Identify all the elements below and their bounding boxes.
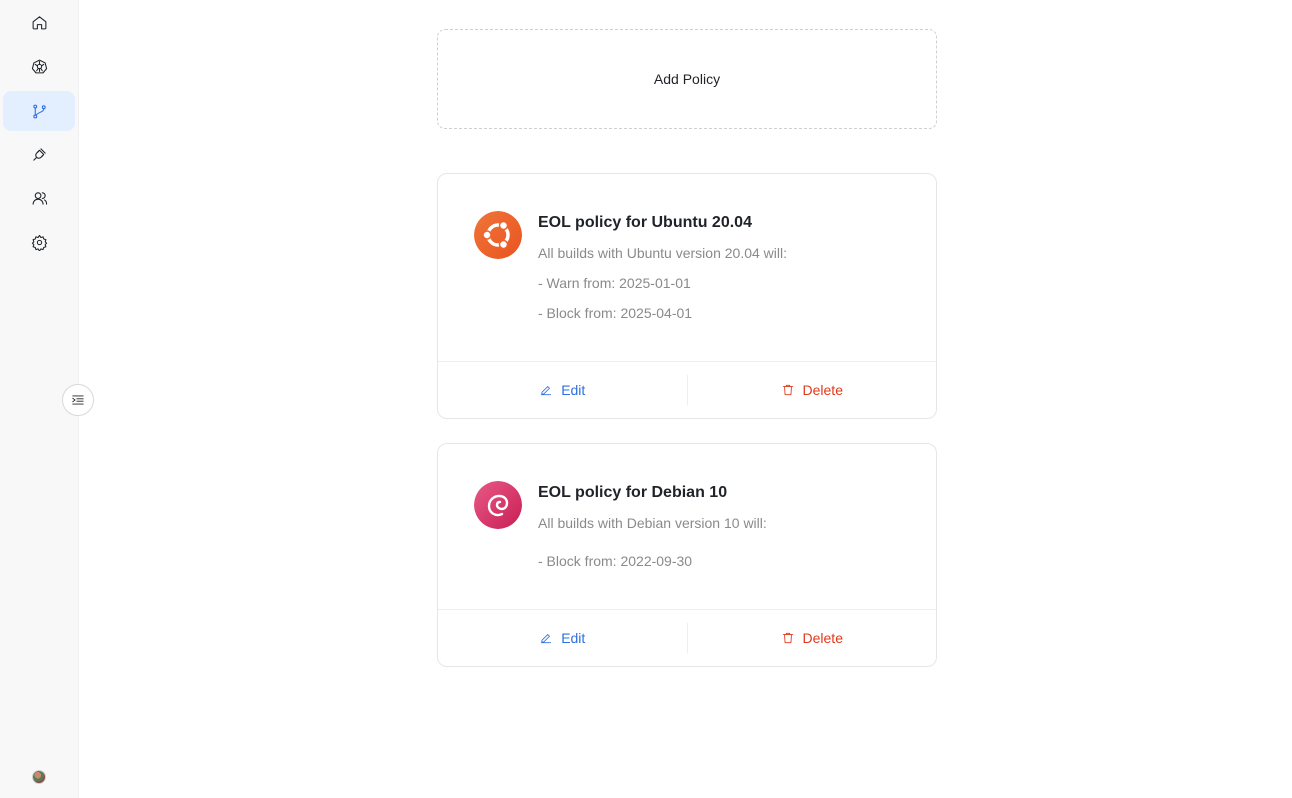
sidebar-item-users[interactable]: [3, 178, 75, 218]
gear-icon: [31, 234, 47, 251]
policy-line: - Block from: 2025-04-01: [538, 305, 693, 321]
main-content: Add Policy EOL policy for Ubuntu 20.04 A…: [79, 0, 1292, 798]
delete-label: Delete: [802, 630, 843, 646]
ubuntu-logo-icon: [474, 211, 522, 259]
policy-card-ubuntu: EOL policy for Ubuntu 20.04 All builds w…: [437, 173, 937, 419]
policy-line: - Warn from: 2025-01-01: [538, 275, 691, 291]
policy-line: - Block from: 2022-09-30: [538, 553, 693, 569]
edit-button[interactable]: Edit: [438, 362, 687, 418]
policy-title: EOL policy for Ubuntu 20.04: [538, 214, 752, 231]
pencil-icon: [541, 634, 552, 644]
indent-icon: [72, 395, 84, 405]
add-policy-button[interactable]: Add Policy: [437, 29, 937, 129]
sidebar-item-kubernetes[interactable]: [3, 46, 75, 86]
edit-button[interactable]: Edit: [438, 610, 687, 666]
policy-description: All builds with Ubuntu version 20.04 wil…: [538, 245, 788, 261]
plug-icon: [32, 147, 46, 161]
sidebar-toggle-button[interactable]: [62, 384, 94, 416]
edit-label: Edit: [561, 630, 586, 646]
policy-title: EOL policy for Debian 10: [538, 484, 728, 501]
edit-label: Edit: [561, 382, 586, 398]
card-actions: Edit Delete: [438, 361, 936, 418]
debian-logo-icon: [474, 481, 522, 529]
users-icon: [32, 191, 47, 205]
sidebar-item-settings[interactable]: [3, 222, 75, 262]
avatar[interactable]: [32, 770, 46, 784]
trash-icon: [782, 384, 793, 396]
delete-button[interactable]: Delete: [688, 610, 937, 666]
trash-icon: [782, 632, 793, 644]
sidebar-item-home[interactable]: [3, 2, 75, 42]
pencil-icon: [541, 386, 552, 396]
sidebar-item-integrations[interactable]: [3, 134, 75, 174]
add-policy-label: Add Policy: [653, 71, 721, 87]
git-branch-icon: [32, 104, 46, 118]
sidebar-item-policies[interactable]: [3, 91, 75, 131]
delete-button[interactable]: Delete: [688, 362, 937, 418]
helm-icon: [31, 59, 47, 73]
delete-label: Delete: [802, 382, 843, 398]
policy-description: All builds with Debian version 10 will:: [538, 515, 767, 531]
home-icon: [32, 15, 46, 29]
policy-card-debian: EOL policy for Debian 10 All builds with…: [437, 443, 937, 667]
card-actions: Edit Delete: [438, 609, 936, 666]
